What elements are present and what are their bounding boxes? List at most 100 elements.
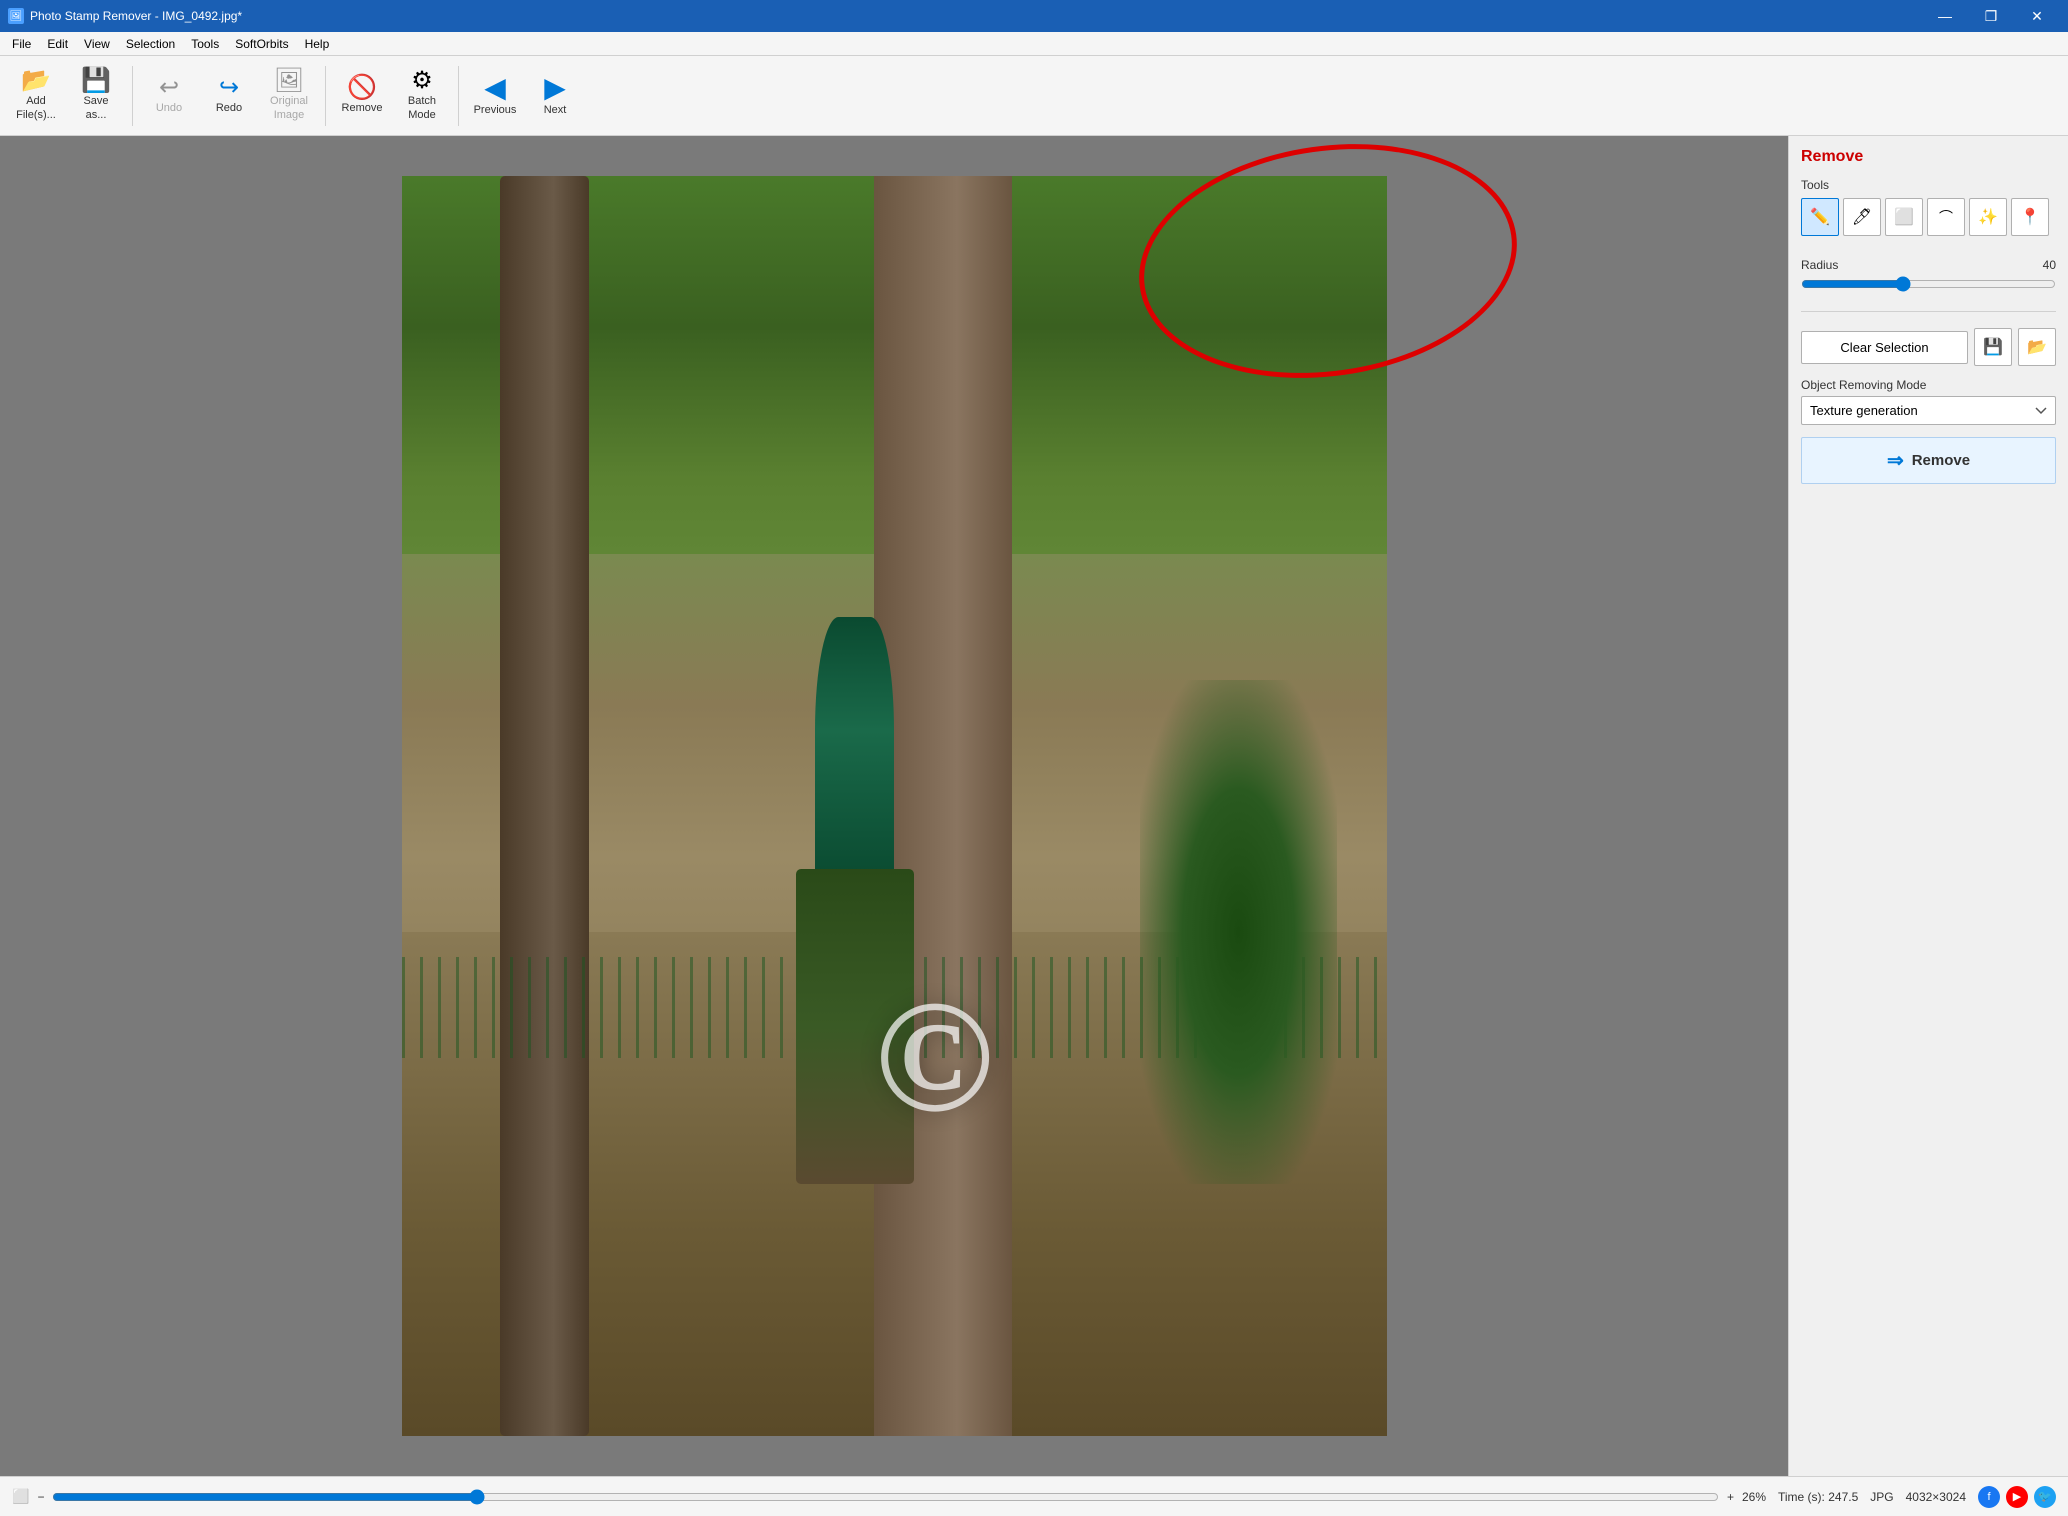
separator-3 <box>458 66 459 126</box>
status-bar: ⬜ − + 26% Time (s): 247.5 JPG 4032×3024 … <box>0 1476 2068 1516</box>
menu-tools[interactable]: Tools <box>183 32 227 55</box>
next-icon: ▶ <box>544 74 566 102</box>
eraser-tool-button[interactable]: 🖊 <box>1843 198 1881 236</box>
clear-selection-button[interactable]: Clear Selection <box>1801 331 1968 364</box>
undo-button[interactable]: ↩ Undo <box>141 60 197 132</box>
radius-slider[interactable] <box>1801 276 2056 292</box>
divider-1 <box>1801 311 2056 312</box>
lasso-icon: ⌒ <box>1939 207 1953 227</box>
original-image-label: Original Image <box>270 95 308 121</box>
magic-wand-button[interactable]: ✨ <box>1969 198 2007 236</box>
next-button[interactable]: ▶ Next <box>527 60 583 132</box>
original-image-button[interactable]: 🖼 Original Image <box>261 60 317 132</box>
format-label: JPG <box>1870 1490 1893 1504</box>
rect-select-icon: ⬜ <box>1894 207 1914 227</box>
add-files-button[interactable]: 📂 Add File(s)... <box>8 60 64 132</box>
radius-section: Radius 40 <box>1801 258 2056 295</box>
stamp-button[interactable]: 📍 <box>2011 198 2049 236</box>
zoom-minus-icon: − <box>37 1490 44 1504</box>
previous-label: Previous <box>474 104 517 117</box>
folder-open-icon: 📂 <box>21 69 51 93</box>
image-container: © <box>402 176 1387 1436</box>
object-removing-label: Object Removing Mode <box>1801 378 2056 392</box>
remove-arrow-icon: ⇒ <box>1887 448 1904 473</box>
image-background: © <box>402 176 1387 1436</box>
menu-edit[interactable]: Edit <box>39 32 76 55</box>
redo-label: Redo <box>216 102 242 115</box>
menu-softorbits[interactable]: SoftOrbits <box>227 32 296 55</box>
remove-icon: 🚫 <box>347 76 377 100</box>
remove-action-button[interactable]: ⇒ Remove <box>1801 437 2056 484</box>
undo-label: Undo <box>156 102 182 115</box>
status-bar-left: ⬜ − + 26% <box>12 1488 1766 1505</box>
redo-button[interactable]: ↪ Redo <box>201 60 257 132</box>
time-label: Time (s): 247.5 <box>1778 1490 1858 1504</box>
menu-view[interactable]: View <box>76 32 118 55</box>
app-icon: 🖼 <box>8 8 24 24</box>
object-removing-dropdown[interactable]: Texture generation Smart Fill Color Fill <box>1801 396 2056 425</box>
main-area: © Remove Tools ✏️ 🖊 <box>0 136 2068 1476</box>
clear-selection-row: Clear Selection 💾 📂 <box>1801 328 2056 366</box>
remove-section-title: Remove <box>1801 148 2056 166</box>
undo-icon: ↩ <box>159 76 179 100</box>
save-as-label: Save as... <box>83 95 108 121</box>
magic-wand-icon: ✨ <box>1978 207 1998 227</box>
menu-file[interactable]: File <box>4 32 39 55</box>
zoom-plus-icon: + <box>1727 1490 1734 1504</box>
batch-mode-button[interactable]: ⚙ Batch Mode <box>394 60 450 132</box>
previous-button[interactable]: ◀ Previous <box>467 60 523 132</box>
close-button[interactable]: ✕ <box>2014 0 2060 32</box>
radius-label: Radius <box>1801 258 1838 272</box>
load-selection-button[interactable]: 📂 <box>2018 328 2056 366</box>
save-icon: 💾 <box>81 69 111 93</box>
window-controls: — ❐ ✕ <box>1922 0 2060 32</box>
separator-1 <box>132 66 133 126</box>
batch-mode-label: Batch Mode <box>408 95 436 121</box>
resolution-label: 4032×3024 <box>1906 1490 1966 1504</box>
copyright-watermark: © <box>834 956 1034 1156</box>
save-as-button[interactable]: 💾 Save as... <box>68 60 124 132</box>
object-removing-section: Object Removing Mode Texture generation … <box>1801 378 2056 425</box>
right-panel: Remove Tools ✏️ 🖊 ⬜ ⌒ <box>1788 136 2068 1476</box>
social-icons: f ▶ 🐦 <box>1978 1486 2056 1508</box>
minimize-button[interactable]: — <box>1922 0 1968 32</box>
previous-icon: ◀ <box>484 74 506 102</box>
batch-icon: ⚙ <box>411 69 433 93</box>
separator-2 <box>325 66 326 126</box>
tool-buttons: ✏️ 🖊 ⬜ ⌒ ✨ 📍 <box>1801 198 2056 236</box>
add-files-label: Add File(s)... <box>16 95 56 121</box>
menu-selection[interactable]: Selection <box>118 32 183 55</box>
zoom-level: 26% <box>1742 1490 1766 1504</box>
toolbar: 📂 Add File(s)... 💾 Save as... ↩ Undo ↪ R… <box>0 56 2068 136</box>
brush-tool-button[interactable]: ✏️ <box>1801 198 1839 236</box>
load-selection-icon: 📂 <box>2027 337 2047 357</box>
save-selection-button[interactable]: 💾 <box>1974 328 2012 366</box>
youtube-icon[interactable]: ▶ <box>2006 1486 2028 1508</box>
select-indicator-icon: ⬜ <box>12 1488 29 1505</box>
menu-bar: File Edit View Selection Tools SoftOrbit… <box>0 32 2068 56</box>
next-label: Next <box>544 104 567 117</box>
status-bar-right: Time (s): 247.5 JPG 4032×3024 f ▶ 🐦 <box>1778 1486 2056 1508</box>
title-bar: 🖼 Photo Stamp Remover - IMG_0492.jpg* — … <box>0 0 2068 32</box>
remove-title: Remove <box>1801 148 1863 165</box>
menu-help[interactable]: Help <box>297 32 338 55</box>
zoom-slider[interactable] <box>52 1489 1719 1505</box>
window-title: Photo Stamp Remover - IMG_0492.jpg* <box>30 9 242 23</box>
tools-label: Tools <box>1801 178 2056 192</box>
lasso-tool-button[interactable]: ⌒ <box>1927 198 1965 236</box>
radius-value: 40 <box>2043 258 2056 272</box>
stamp-icon: 📍 <box>2020 207 2040 227</box>
redo-icon: ↪ <box>219 76 239 100</box>
remove-toolbar-label: Remove <box>342 102 383 115</box>
brush-icon: ✏️ <box>1810 207 1830 227</box>
remove-toolbar-button[interactable]: 🚫 Remove <box>334 60 390 132</box>
facebook-icon[interactable]: f <box>1978 1486 2000 1508</box>
image-icon: 🖼 <box>274 69 304 93</box>
eraser-icon: 🖊 <box>1852 207 1872 227</box>
twitter-icon[interactable]: 🐦 <box>2034 1486 2056 1508</box>
save-selection-icon: 💾 <box>1983 337 2003 357</box>
restore-button[interactable]: ❐ <box>1968 0 2014 32</box>
tools-section: Tools ✏️ 🖊 ⬜ ⌒ ✨ <box>1801 178 2056 246</box>
rect-select-button[interactable]: ⬜ <box>1885 198 1923 236</box>
canvas-area[interactable]: © <box>0 136 1788 1476</box>
